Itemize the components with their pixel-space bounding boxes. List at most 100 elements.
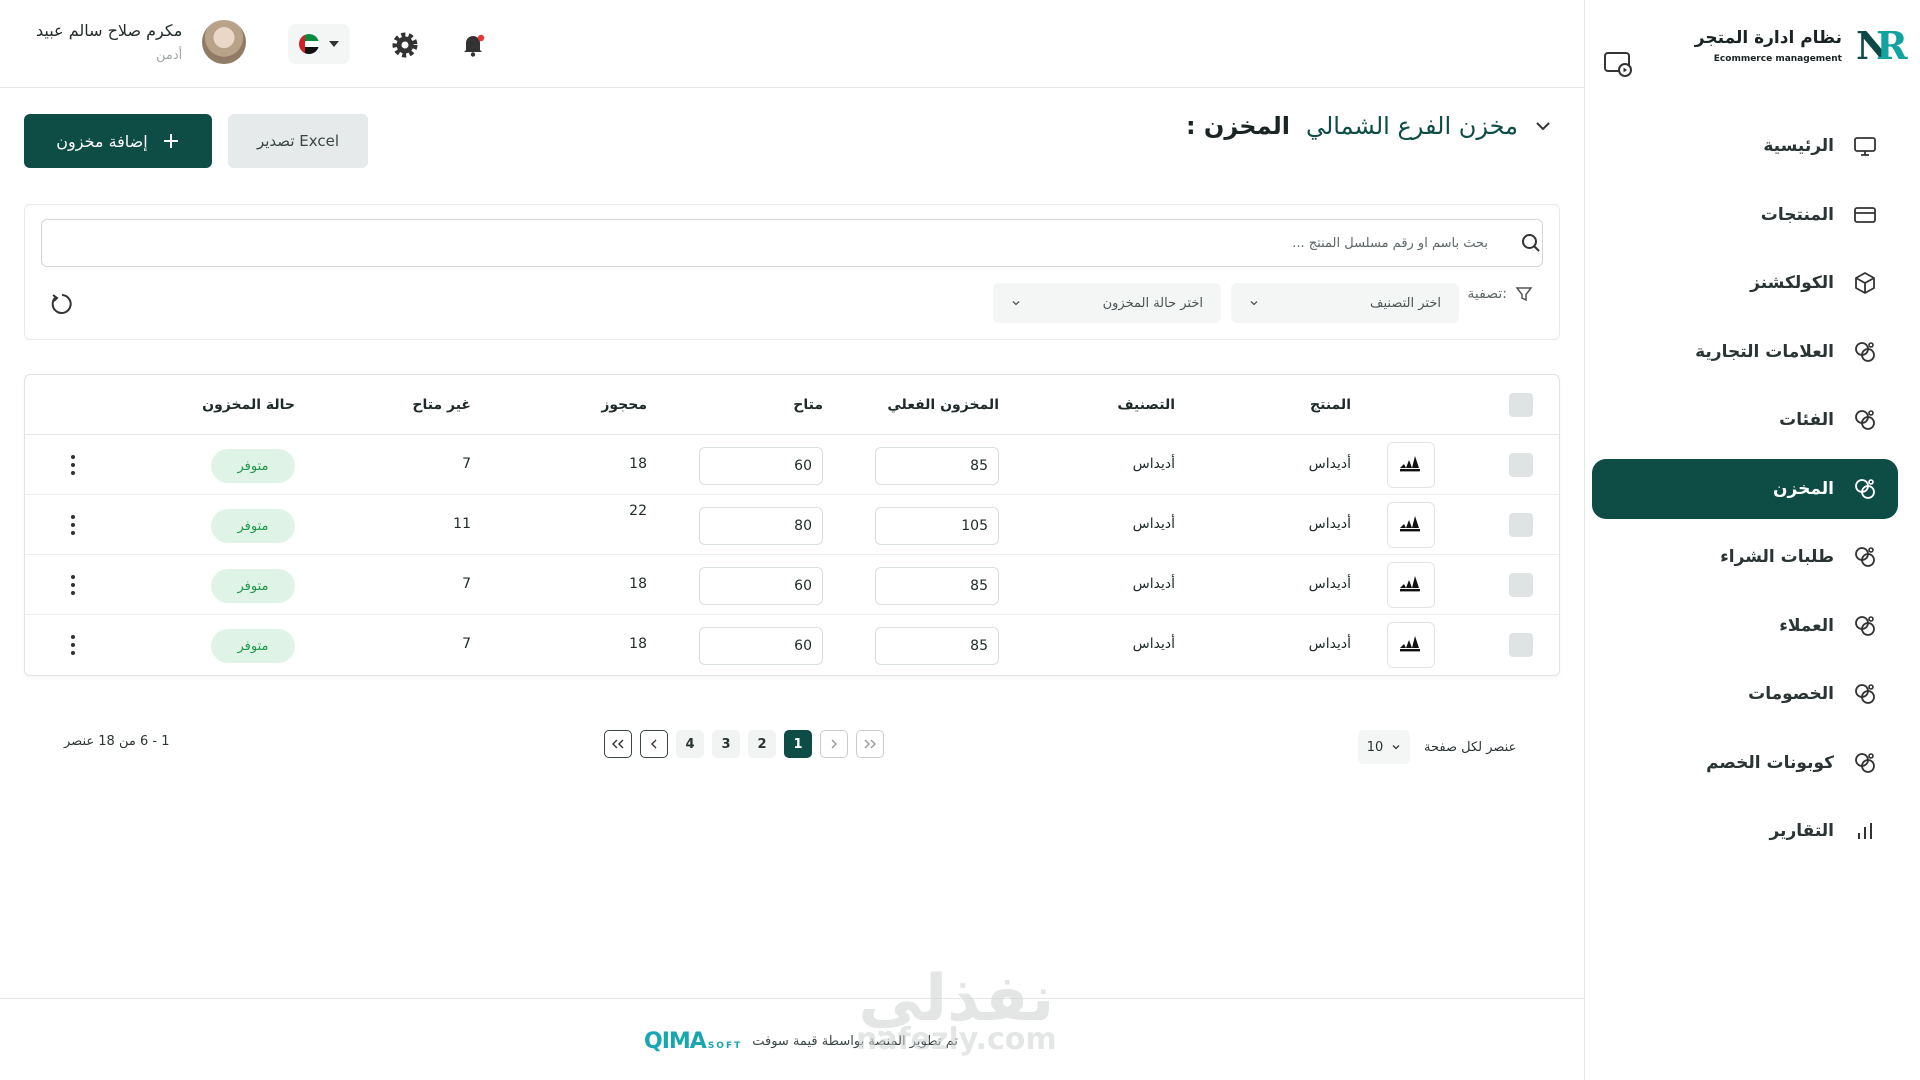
page-button[interactable]: 4 <box>676 730 704 758</box>
select-all-checkbox[interactable] <box>1509 393 1533 417</box>
user-profile[interactable]: مكرم صلاح سالم عبيد أدمن <box>36 20 247 64</box>
row-actions-icon[interactable] <box>63 573 83 597</box>
cell-reserved: 18 <box>629 576 647 592</box>
export-excel-button[interactable]: تصدير Excel <box>228 114 368 168</box>
sidebar-item-1[interactable]: الرئيسية <box>1592 116 1898 176</box>
filter-label-text: تصفية: <box>1467 286 1507 302</box>
sidebar-item-label: الكولكشنز <box>1750 273 1834 293</box>
row-checkbox[interactable] <box>1509 573 1533 597</box>
blob-icon <box>1852 339 1878 365</box>
status-badge: متوفر <box>211 509 295 543</box>
pagination-next-icon[interactable] <box>640 730 668 758</box>
page-title-row: المخزن : مخزن الفرع الشمالي <box>1186 112 1552 140</box>
caret-down-icon <box>329 41 339 47</box>
chevron-down-icon[interactable] <box>1534 117 1552 135</box>
cell-unavailable: 7 <box>462 456 471 472</box>
avatar[interactable] <box>202 20 247 64</box>
col-actual-stock: المخزون الفعلي <box>887 397 999 413</box>
blob-icon <box>1852 750 1878 776</box>
row-actions-icon[interactable] <box>63 453 83 477</box>
row-actions-icon[interactable] <box>63 633 83 657</box>
row-checkbox[interactable] <box>1509 513 1533 537</box>
search-input[interactable] <box>42 220 1510 266</box>
stock-status-dropdown[interactable]: اختر حالة المخزون <box>993 283 1221 323</box>
search-icon[interactable] <box>1520 232 1542 254</box>
card-icon <box>1852 202 1878 228</box>
category-dropdown[interactable]: اختر التصنيف <box>1231 283 1459 323</box>
sidebar-item-4[interactable]: العلامات التجارية <box>1592 322 1898 382</box>
gear-icon[interactable] <box>390 30 420 60</box>
actual-stock-input[interactable]: 85 <box>875 627 999 665</box>
sidebar-item-8[interactable]: العملاء <box>1592 596 1898 656</box>
cell-reserved: 22 <box>629 503 647 519</box>
export-excel-label: تصدير Excel <box>256 132 340 150</box>
row-actions-icon[interactable] <box>63 513 83 537</box>
language-selector[interactable] <box>288 24 350 64</box>
brand-logo: NR <box>1856 23 1908 68</box>
sidebar-item-10[interactable]: كوبونات الخصم <box>1592 733 1898 793</box>
sidebar-item-5[interactable]: الفئات <box>1592 390 1898 450</box>
cell-product: أديداس <box>1308 516 1351 532</box>
page-button[interactable]: 1 <box>784 730 812 758</box>
pagination-last-icon[interactable] <box>604 730 632 758</box>
filter-icon <box>1515 287 1533 302</box>
status-badge: متوفر <box>211 449 295 483</box>
chevron-down-icon <box>1250 301 1258 306</box>
cell-reserved: 18 <box>629 636 647 652</box>
row-checkbox[interactable] <box>1509 633 1533 657</box>
bar-chart-icon <box>1852 818 1878 844</box>
available-input[interactable]: 60 <box>699 567 823 605</box>
cell-product: أديداس <box>1308 636 1351 652</box>
sidebar-item-9[interactable]: الخصومات <box>1592 664 1898 724</box>
product-thumbnail <box>1387 442 1435 488</box>
adidas-logo-icon <box>1397 512 1425 538</box>
page-button[interactable]: 2 <box>748 730 776 758</box>
refresh-icon[interactable] <box>49 291 75 317</box>
stock-status-dropdown-placeholder: اختر حالة المخزون <box>1102 295 1203 311</box>
cell-product: أديداس <box>1308 456 1351 472</box>
category-dropdown-placeholder: اختر التصنيف <box>1370 295 1441 311</box>
sidebar-item-label: العلامات التجارية <box>1695 341 1834 362</box>
actual-stock-input[interactable]: 85 <box>875 447 999 485</box>
cell-product: أديداس <box>1308 576 1351 592</box>
blob-icon <box>1852 544 1878 570</box>
page-button[interactable]: 3 <box>712 730 740 758</box>
cell-unavailable: 11 <box>453 516 471 532</box>
chevron-down-icon <box>1392 745 1400 750</box>
table-row: أديداس أديداس 85 60 18 7 متوفر <box>25 555 1559 615</box>
product-thumbnail <box>1387 622 1435 668</box>
brand-title: نظام ادارة المتجر <box>1694 28 1842 48</box>
blob-icon <box>1852 407 1878 433</box>
sidebar-item-7[interactable]: طلبات الشراء <box>1592 527 1898 587</box>
per-page-select[interactable]: 10 <box>1358 730 1410 764</box>
pagination-first-icon[interactable] <box>856 730 884 758</box>
sidebar-item-3[interactable]: الكولكشنز <box>1592 253 1898 313</box>
col-category: التصنيف <box>1117 397 1175 413</box>
page-title: المخزن : <box>1185 112 1290 140</box>
actual-stock-input[interactable]: 105 <box>875 507 999 545</box>
col-unavailable: غير متاح <box>412 397 471 413</box>
available-input[interactable]: 80 <box>699 507 823 545</box>
sidebar-item-label: الفئات <box>1779 410 1834 430</box>
per-page-value: 10 <box>1366 739 1384 755</box>
add-stock-button[interactable]: إضافة مخزون <box>24 114 212 168</box>
available-input[interactable]: 60 <box>699 447 823 485</box>
sidebar-item-label: طلبات الشراء <box>1720 547 1834 567</box>
pagination-prev-icon[interactable] <box>820 730 848 758</box>
sidebar-item-2[interactable]: المنتجات <box>1592 185 1898 245</box>
monitor-icon <box>1852 133 1878 159</box>
sidebar-item-11[interactable]: التقارير <box>1592 801 1898 861</box>
box-icon <box>1852 270 1878 296</box>
row-checkbox[interactable] <box>1509 453 1533 477</box>
add-stock-label: إضافة مخزون <box>56 131 148 151</box>
available-input[interactable]: 60 <box>699 627 823 665</box>
plus-icon <box>163 134 178 148</box>
col-available: متاح <box>793 397 823 413</box>
sidebar-item-6[interactable]: المخزن <box>1592 458 1898 519</box>
sidebar-toggle-icon[interactable] <box>1603 50 1633 78</box>
bell-icon[interactable] <box>460 32 486 58</box>
table-row: أديداس أديداس 85 60 18 7 متوفر <box>25 615 1559 675</box>
sidebar-item-label: الرئيسية <box>1763 136 1834 156</box>
actual-stock-input[interactable]: 85 <box>875 567 999 605</box>
warehouse-selector-value[interactable]: مخزن الفرع الشمالي <box>1306 112 1518 140</box>
